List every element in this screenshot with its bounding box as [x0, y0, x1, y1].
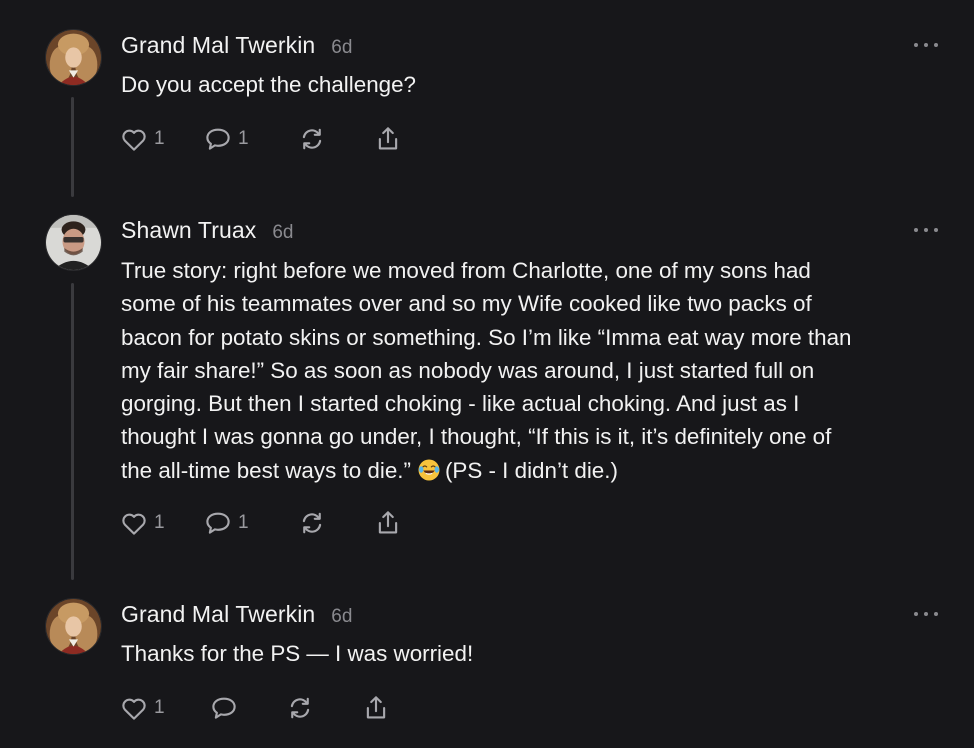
comment-header: Grand Mal Twerkin 6d — [121, 32, 352, 60]
author-name[interactable]: Grand Mal Twerkin — [121, 32, 315, 59]
share-icon — [378, 127, 398, 150]
heart-icon — [122, 513, 146, 535]
avatar[interactable] — [45, 598, 102, 655]
face-with-tears-of-joy-icon — [418, 459, 440, 481]
author-name[interactable]: Grand Mal Twerkin — [121, 601, 315, 628]
author-name[interactable]: Shawn Truax — [121, 217, 256, 244]
timestamp[interactable]: 6d — [331, 37, 352, 59]
restack-button[interactable] — [297, 122, 327, 156]
like-count: 1 — [154, 128, 165, 149]
more-options-icon[interactable] — [914, 609, 938, 619]
comment-body: Thanks for the PS — I was worried! — [121, 641, 474, 666]
comment-icon — [212, 697, 236, 719]
avatar-portrait-image — [46, 30, 101, 85]
avatar-portrait-image — [46, 599, 101, 654]
like-button[interactable]: 1 — [119, 506, 165, 540]
comment-body: True story: right before we moved from C… — [121, 254, 941, 487]
like-button[interactable]: 1 — [119, 691, 165, 725]
comment-button[interactable] — [209, 691, 239, 725]
comment-button[interactable]: 1 — [203, 122, 249, 156]
avatar[interactable] — [45, 29, 102, 86]
timestamp[interactable]: 6d — [331, 606, 352, 628]
comment-header: Grand Mal Twerkin 6d — [121, 601, 352, 629]
comment-icon — [206, 128, 230, 150]
share-button[interactable] — [373, 506, 403, 540]
more-options-icon[interactable] — [914, 225, 938, 235]
heart-icon — [122, 129, 146, 151]
like-count: 1 — [154, 512, 165, 533]
comment-count: 1 — [238, 128, 249, 149]
comment-thread: Grand Mal Twerkin 6d Do you accept the c… — [0, 0, 974, 748]
comment-header: Shawn Truax 6d — [121, 217, 293, 245]
restack-icon — [302, 512, 322, 534]
comment-icon — [206, 512, 230, 534]
heart-icon — [122, 698, 146, 720]
avatar[interactable] — [45, 214, 102, 271]
share-button[interactable] — [373, 122, 403, 156]
timestamp[interactable]: 6d — [272, 222, 293, 244]
thread-line — [71, 283, 74, 580]
share-button[interactable] — [361, 691, 391, 725]
restack-icon — [302, 128, 322, 150]
like-button[interactable]: 1 — [119, 122, 165, 156]
comment-count: 1 — [238, 512, 249, 533]
comment-body-text: True story: right before we moved from C… — [121, 258, 852, 483]
more-options-icon[interactable] — [914, 40, 938, 50]
restack-button[interactable] — [297, 506, 327, 540]
comment-body-postscript: (PS - I didn’t die.) — [444, 457, 618, 483]
comment-body: Do you accept the challenge? — [121, 72, 417, 97]
share-icon — [378, 511, 398, 534]
like-count: 1 — [154, 697, 165, 718]
avatar-photo-image — [46, 215, 101, 270]
thread-line — [71, 97, 74, 197]
comment-button[interactable]: 1 — [203, 506, 249, 540]
share-icon — [366, 696, 386, 719]
restack-icon — [290, 697, 310, 719]
restack-button[interactable] — [285, 691, 315, 725]
